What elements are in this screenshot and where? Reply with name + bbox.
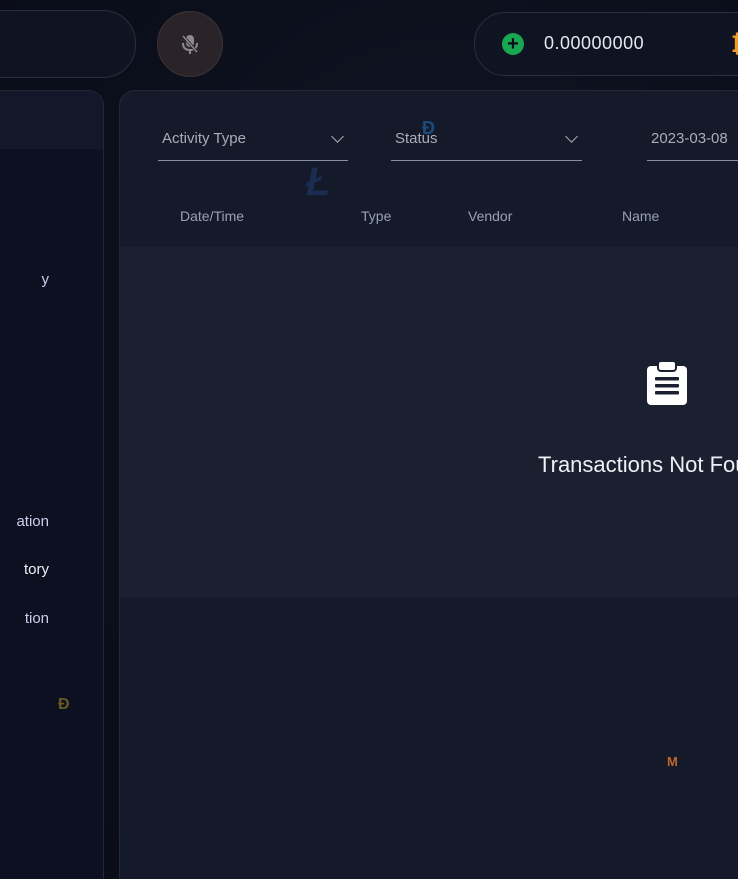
sidebar-item-label: y <box>41 271 50 288</box>
sidebar-item-label: tion <box>24 610 49 627</box>
balance-display: + 0.00000000 ₿ <box>474 12 738 76</box>
activity-type-label: Activity Type <box>162 130 246 147</box>
microphone-off-icon <box>181 35 199 54</box>
column-header-type[interactable]: Type <box>361 208 391 224</box>
chevron-down-icon <box>565 130 578 143</box>
column-header-name[interactable]: Name <box>622 208 659 224</box>
activity-type-select[interactable]: Activity Type <box>158 120 348 161</box>
empty-state <box>120 247 738 597</box>
search-bar[interactable] <box>0 10 136 78</box>
add-funds-icon[interactable]: + <box>502 33 524 55</box>
sidebar-item-label: ation <box>16 513 49 530</box>
litecoin-icon: Ł <box>306 160 331 204</box>
doge-coin-icon: Ð <box>58 696 70 713</box>
sidebar-header <box>0 91 103 149</box>
date-filter[interactable]: 2023-03-08 <box>647 120 738 161</box>
chevron-down-icon <box>331 130 344 143</box>
empty-state-message: Transactions Not Found <box>538 452 738 477</box>
balance-value: 0.00000000 <box>544 33 645 53</box>
btc-icon[interactable]: ₿ <box>731 31 738 59</box>
column-header-datetime[interactable]: Date/Time <box>180 208 244 224</box>
status-select[interactable]: Status <box>391 120 582 161</box>
sidebar <box>0 90 104 879</box>
date-value: 2023-03-08 <box>651 130 728 147</box>
status-label: Status <box>395 130 438 147</box>
page: + 0.00000000 ₿ y ation tory tion Ð Ł Đ A… <box>0 0 738 879</box>
voice-button[interactable] <box>157 11 223 77</box>
column-header-vendor[interactable]: Vendor <box>468 208 512 224</box>
sidebar-item-label: tory <box>23 561 49 578</box>
monero-icon: M <box>667 754 678 769</box>
clipboard-icon <box>646 360 688 411</box>
